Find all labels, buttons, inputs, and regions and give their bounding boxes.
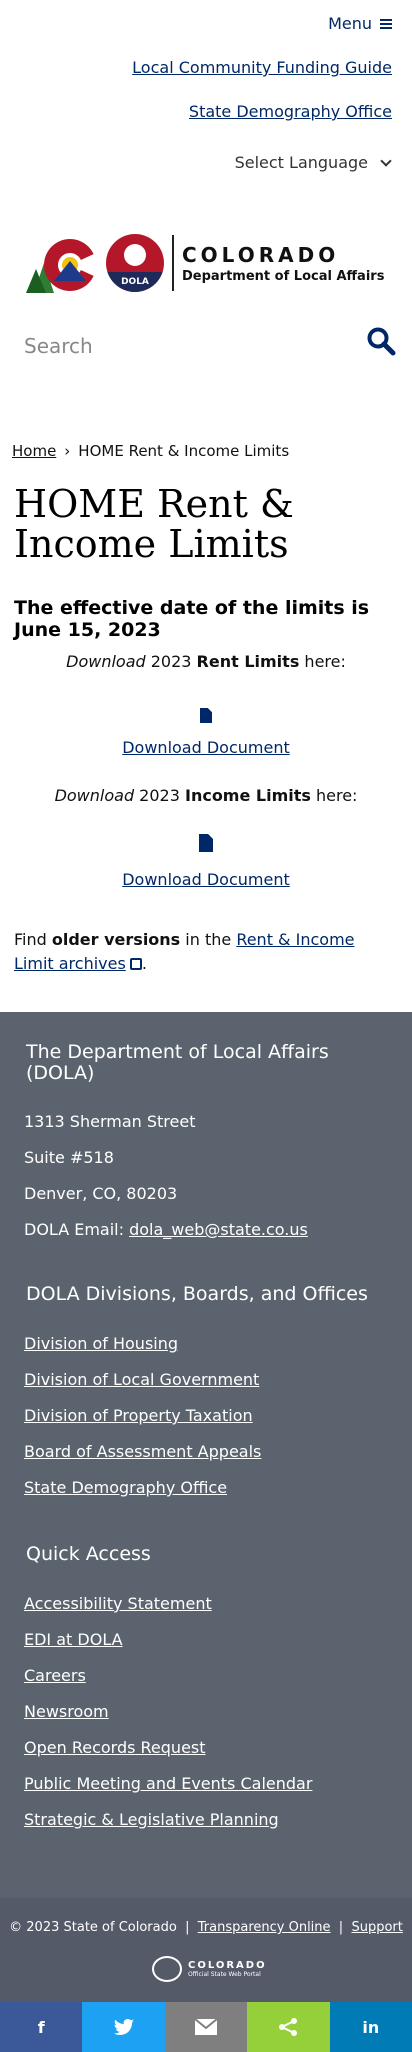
- divisions-heading: DOLA Divisions, Boards, and Offices: [26, 1283, 368, 1305]
- rent-limits-text: Download 2023 Rent Limits here:: [66, 652, 346, 671]
- chevron-down-icon: [380, 154, 392, 167]
- colorado-official-portal-logo[interactable]: COLORADO Official State Web Portal: [152, 1956, 267, 1982]
- income-doc-icon-wrap: [0, 834, 412, 852]
- rent-doc-icon-wrap: [0, 708, 412, 723]
- rent-limits-download-link[interactable]: Download Document: [122, 738, 290, 757]
- file-icon: [200, 708, 212, 723]
- breadcrumb: Home › HOME Rent & Income Limits: [12, 442, 289, 460]
- local-community-funding-guide-link[interactable]: Local Community Funding Guide: [132, 58, 392, 77]
- email-icon[interactable]: [164, 2002, 248, 2052]
- division-link[interactable]: Division of Property Taxation: [24, 1406, 253, 1425]
- footer: The Department of Local Affairs (DOLA) 1…: [0, 1012, 412, 1898]
- address-line: Denver, CO, 80203: [24, 1184, 178, 1203]
- page-title: HOME Rent & Income Limits: [14, 482, 294, 566]
- language-label: Select Language: [234, 153, 368, 172]
- hamburger-icon: [380, 18, 392, 29]
- email-link[interactable]: dola_web@state.co.us: [129, 1220, 308, 1239]
- state-demography-office-link[interactable]: State Demography Office: [189, 102, 392, 121]
- breadcrumb-home-link[interactable]: Home: [12, 442, 56, 460]
- dola-logo[interactable]: DOLA COLORADO Department of Local Affair…: [24, 230, 390, 296]
- address-line: Suite #518: [24, 1148, 114, 1167]
- income-limits-text: Download 2023 Income Limits here:: [54, 786, 358, 805]
- search-icon[interactable]: [366, 326, 396, 356]
- quick-access-link[interactable]: Accessibility Statement: [24, 1594, 212, 1613]
- search-input[interactable]: [24, 330, 324, 362]
- logo-text: COLORADO Department of Local Affairs: [182, 242, 385, 284]
- address-line: 1313 Sherman Street: [24, 1112, 196, 1131]
- page: Menu Local Community Funding Guide State…: [0, 0, 412, 2052]
- quick-access-link[interactable]: Newsroom: [24, 1702, 109, 1721]
- dola-seal-icon: DOLA: [106, 234, 164, 292]
- effective-date-heading: The effective date of the limits is June…: [14, 597, 370, 641]
- quick-access-link[interactable]: EDI at DOLA: [24, 1630, 123, 1649]
- colorado-portal-icon: [152, 1956, 182, 1982]
- quick-access-heading: Quick Access: [26, 1543, 151, 1565]
- colorado-c-logo-icon: [24, 233, 104, 293]
- menu-button[interactable]: Menu: [328, 14, 392, 33]
- support-link[interactable]: Support: [351, 1920, 402, 1935]
- division-link[interactable]: State Demography Office: [24, 1478, 227, 1497]
- quick-access-link[interactable]: Strategic & Legislative Planning: [24, 1810, 279, 1829]
- logo-divider: [172, 235, 174, 291]
- older-versions-text: Find older versions in the Rent & Income…: [14, 930, 355, 973]
- income-download-wrap: Download Document: [0, 870, 412, 889]
- language-select[interactable]: Select Language: [234, 153, 392, 172]
- rent-download-wrap: Download Document: [0, 738, 412, 757]
- quick-access-link[interactable]: Open Records Request: [24, 1738, 206, 1757]
- menu-label: Menu: [328, 14, 372, 33]
- external-link-icon: [129, 958, 142, 970]
- income-limits-download-link[interactable]: Download Document: [122, 870, 290, 889]
- share-bar: f in: [0, 2002, 412, 2052]
- linkedin-icon[interactable]: in: [329, 2002, 412, 2052]
- facebook-icon[interactable]: f: [0, 2002, 83, 2052]
- division-link[interactable]: Division of Housing: [24, 1334, 178, 1353]
- breadcrumb-separator: ›: [64, 442, 71, 460]
- share-icon[interactable]: [247, 2002, 330, 2052]
- footer-dept-heading: The Department of Local Affairs (DOLA): [26, 1041, 329, 1084]
- quick-access-link[interactable]: Public Meeting and Events Calendar: [24, 1774, 312, 1793]
- division-link[interactable]: Division of Local Government: [24, 1370, 259, 1389]
- division-link[interactable]: Board of Assessment Appeals: [24, 1442, 261, 1461]
- email-line: DOLA Email: dola_web@state.co.us: [24, 1220, 308, 1239]
- breadcrumb-current: HOME Rent & Income Limits: [78, 442, 290, 460]
- copyright-line: © 2023 State of Colorado | Transparency …: [9, 1920, 403, 1935]
- bottom-bar: © 2023 State of Colorado | Transparency …: [0, 1898, 412, 2002]
- transparency-online-link[interactable]: Transparency Online: [198, 1920, 331, 1935]
- twitter-icon[interactable]: [82, 2002, 165, 2052]
- file-icon: [199, 834, 213, 852]
- quick-access-link[interactable]: Careers: [24, 1666, 86, 1685]
